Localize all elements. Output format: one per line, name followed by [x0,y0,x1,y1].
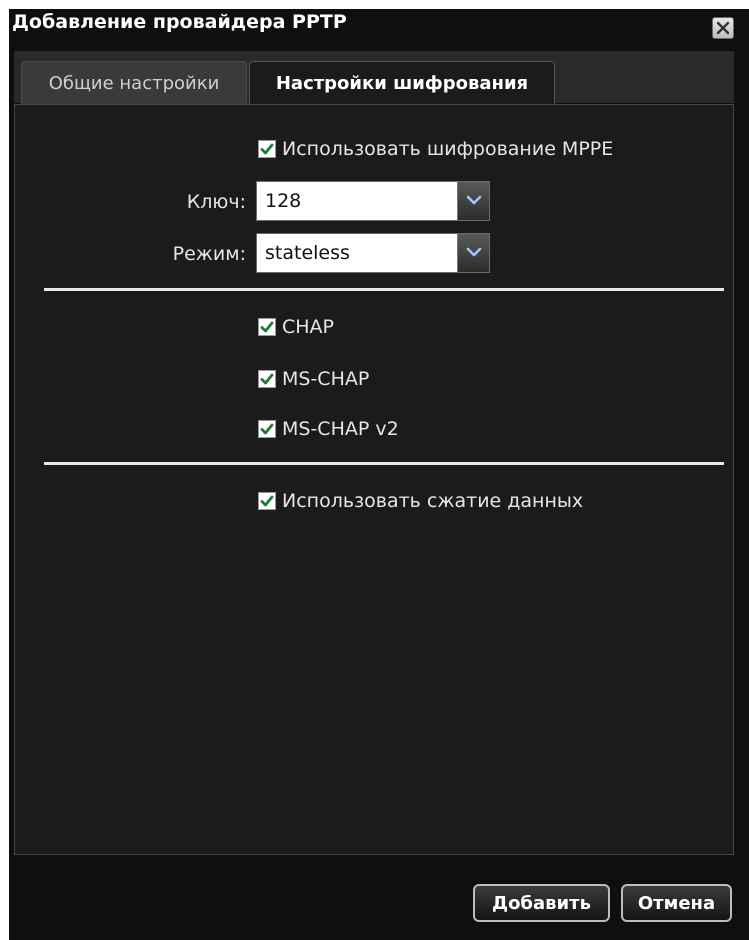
cancel-button[interactable]: Отмена [621,884,732,922]
divider [44,462,724,465]
use-mppe-row[interactable]: Использовать шифрование MPPE [258,138,613,160]
key-dropdown-button[interactable] [457,182,489,220]
use-mppe-checkbox[interactable] [258,140,276,158]
checkmark-icon [260,321,274,333]
auth-ms-chap-row[interactable]: MS-CHAP [258,368,369,390]
tab-encryption-settings[interactable]: Настройки шифрования [249,61,555,105]
key-select[interactable]: 128 [256,181,490,221]
close-button[interactable] [712,17,734,39]
mode-value: stateless [265,242,350,264]
auth-chap-row[interactable]: CHAP [258,316,334,338]
auth-ms-chap-v2-row[interactable]: MS-CHAP v2 [258,418,399,440]
chevron-down-icon [466,195,481,205]
chap-label: CHAP [282,316,335,338]
mode-dropdown-button[interactable] [457,234,489,272]
ms-chap-v2-checkbox[interactable] [258,420,276,438]
close-icon [716,21,730,35]
mode-label: Режим: [172,243,246,265]
checkmark-icon [260,423,274,435]
tab-general-settings[interactable]: Общие настройки [21,61,247,105]
compression-checkbox[interactable] [258,492,276,510]
compression-label: Использовать сжатие данных [282,490,584,512]
key-value: 128 [265,190,302,212]
chap-checkbox[interactable] [258,318,276,336]
ms-chap-checkbox[interactable] [258,370,276,388]
mode-select[interactable]: stateless [256,233,490,273]
compression-row[interactable]: Использовать сжатие данных [258,490,583,512]
use-mppe-label: Использовать шифрование MPPE [282,138,614,160]
chevron-down-icon [466,247,481,257]
dialog-title: Добавление провайдера PPTP [12,11,347,33]
checkmark-icon [260,143,274,155]
ms-chap-v2-label: MS-CHAP v2 [282,418,399,440]
divider [44,288,724,291]
checkmark-icon [260,373,274,385]
key-label: Ключ: [186,191,246,213]
checkmark-icon [260,495,274,507]
ms-chap-label: MS-CHAP [282,368,370,390]
add-button[interactable]: Добавить [473,884,610,922]
